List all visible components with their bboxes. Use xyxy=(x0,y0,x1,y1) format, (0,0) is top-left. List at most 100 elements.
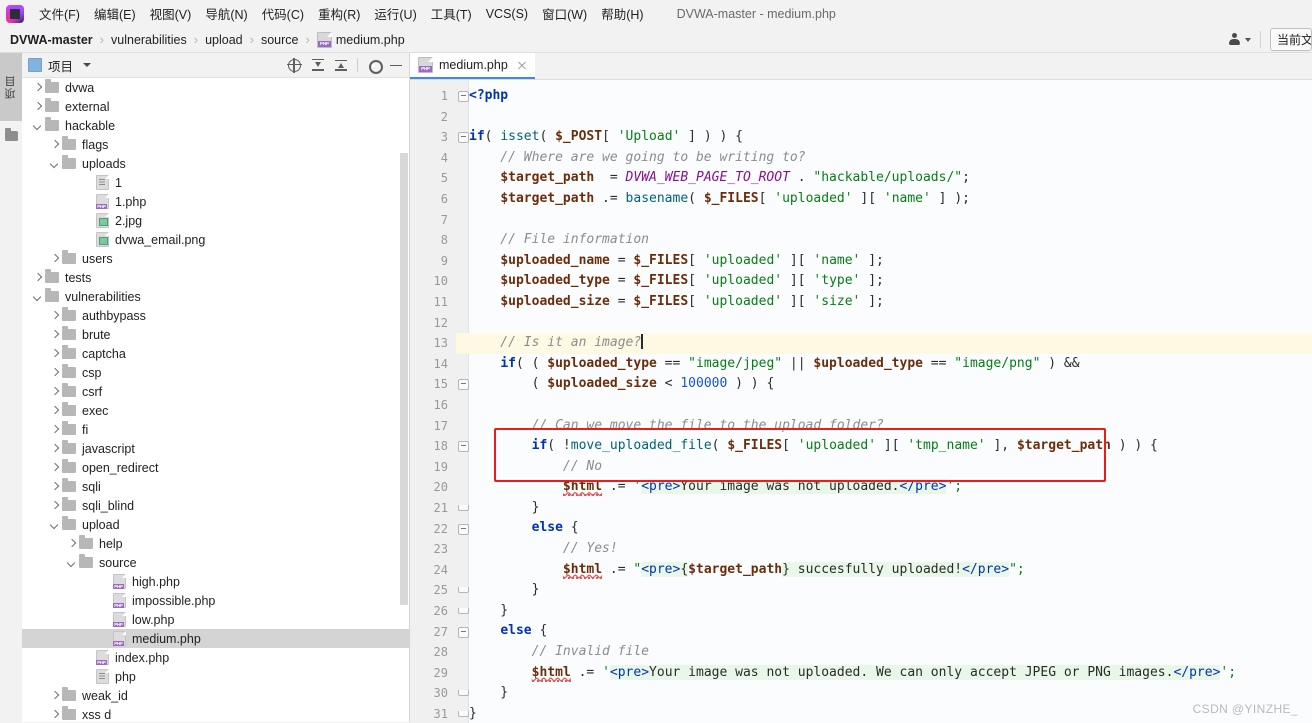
tree-item-high-php[interactable]: high.php xyxy=(22,572,409,591)
menu-item-4[interactable]: 代码(C) xyxy=(255,1,311,26)
chevron-right-icon[interactable] xyxy=(49,139,60,150)
tree-item-flags[interactable]: flags xyxy=(22,135,409,154)
tree-item-index-php[interactable]: index.php xyxy=(22,648,409,667)
tree-item-weak-id[interactable]: weak_id xyxy=(22,686,409,705)
breadcrumb-item-2[interactable]: upload xyxy=(205,33,243,47)
chevron-right-icon[interactable] xyxy=(49,253,60,264)
chevron-right-icon[interactable] xyxy=(32,82,43,93)
chevron-right-icon[interactable] xyxy=(49,386,60,397)
editor-tab-medium-php[interactable]: medium.php xyxy=(410,53,535,79)
menu-item-1[interactable]: 编辑(E) xyxy=(87,1,143,26)
menu-item-0[interactable]: 文件(F) xyxy=(32,1,87,26)
fold-marker[interactable] xyxy=(458,132,469,144)
tree-item-dvwa[interactable]: dvwa xyxy=(22,78,409,97)
tree-item-help[interactable]: help xyxy=(22,534,409,553)
collapse-all-icon[interactable] xyxy=(334,58,348,72)
tree-item-hackable[interactable]: hackable xyxy=(22,116,409,135)
chevron-down-icon[interactable] xyxy=(32,291,43,302)
chevron-right-icon[interactable] xyxy=(66,538,77,549)
expand-all-icon[interactable] xyxy=(311,58,325,72)
tree-item-1-php[interactable]: 1.php xyxy=(22,192,409,211)
chevron-right-icon[interactable] xyxy=(49,348,60,359)
tree-item-exec[interactable]: exec xyxy=(22,401,409,420)
project-file-tree[interactable]: dvwa external hackable flags uploads 1 1.php 2.… xyxy=(22,78,409,721)
tree-item-sqli-blind[interactable]: sqli_blind xyxy=(22,496,409,515)
minimize-icon[interactable] xyxy=(389,58,403,72)
menu-item-10[interactable]: 帮助(H) xyxy=(594,1,650,26)
chevron-right-icon[interactable] xyxy=(49,500,60,511)
chevron-down-icon[interactable] xyxy=(66,557,77,568)
fold-marker[interactable] xyxy=(458,379,469,391)
menu-item-6[interactable]: 运行(U) xyxy=(367,1,423,26)
tree-item-brute[interactable]: brute xyxy=(22,325,409,344)
chevron-right-icon[interactable] xyxy=(49,310,60,321)
menu-item-2[interactable]: 视图(V) xyxy=(143,1,199,26)
tree-item-csrf[interactable]: csrf xyxy=(22,382,409,401)
tree-item-impossible-php[interactable]: impossible.php xyxy=(22,591,409,610)
chevron-right-icon[interactable] xyxy=(49,462,60,473)
source-code[interactable]: <?php if( isset( $_POST[ 'Upload' ] ) ) … xyxy=(469,80,1312,723)
chevron-down-icon[interactable] xyxy=(49,158,60,169)
tree-item-authbypass[interactable]: authbypass xyxy=(22,306,409,325)
gear-icon[interactable] xyxy=(367,59,383,74)
fold-marker[interactable] xyxy=(458,711,469,717)
fold-marker[interactable] xyxy=(458,441,469,453)
profile-button[interactable] xyxy=(1228,33,1251,46)
menu-item-8[interactable]: VCS(S) xyxy=(479,4,535,24)
breadcrumb-item-3[interactable]: source xyxy=(261,33,299,47)
tree-item-csp[interactable]: csp xyxy=(22,363,409,382)
tree-item-open-redirect[interactable]: open_redirect xyxy=(22,458,409,477)
tree-item-users[interactable]: users xyxy=(22,249,409,268)
fold-marker[interactable] xyxy=(458,690,469,697)
tree-item-low-php[interactable]: low.php xyxy=(22,610,409,629)
tree-item-fi[interactable]: fi xyxy=(22,420,409,439)
close-icon[interactable] xyxy=(517,60,527,70)
code-area[interactable]: 1 2 3 4 5 6 7 8 9 10 11 12 13 14 15 16 17 18 19 20 21 22 23 24 2… xyxy=(410,80,1312,723)
chevron-right-icon[interactable] xyxy=(49,690,60,701)
tree-item-vulnerabilities[interactable]: vulnerabilities xyxy=(22,287,409,306)
chevron-right-icon[interactable] xyxy=(49,367,60,378)
tree-scrollbar[interactable] xyxy=(400,153,408,605)
fold-marker[interactable] xyxy=(458,608,469,614)
chevron-right-icon[interactable] xyxy=(32,101,43,112)
fold-marker[interactable] xyxy=(458,587,469,594)
chevron-right-icon[interactable] xyxy=(49,329,60,340)
chevron-right-icon[interactable] xyxy=(49,405,60,416)
tree-item-uploads[interactable]: uploads xyxy=(22,154,409,173)
chevron-right-icon[interactable] xyxy=(32,272,43,283)
run-configuration-selector[interactable]: 当前文 xyxy=(1270,28,1312,51)
fold-marker[interactable] xyxy=(458,626,469,638)
tree-item-1[interactable]: 1 xyxy=(22,173,409,192)
tree-item-medium-php[interactable]: medium.php xyxy=(22,629,409,648)
tree-item-sqli[interactable]: sqli xyxy=(22,477,409,496)
chevron-down-icon[interactable] xyxy=(49,519,60,530)
chevron-right-icon[interactable] xyxy=(49,709,60,720)
tree-item-external[interactable]: external xyxy=(22,97,409,116)
tree-item-dvwa-email-png[interactable]: dvwa_email.png xyxy=(22,230,409,249)
tree-item-xss-d[interactable]: xss d xyxy=(22,705,409,721)
fold-marker[interactable] xyxy=(458,91,469,102)
menu-item-3[interactable]: 导航(N) xyxy=(198,1,254,26)
chevron-right-icon[interactable] xyxy=(49,481,60,492)
menu-item-5[interactable]: 重构(R) xyxy=(311,1,367,26)
chevron-down-icon[interactable] xyxy=(83,63,92,67)
locate-target-icon[interactable] xyxy=(287,57,302,73)
folder-icon[interactable] xyxy=(5,128,18,141)
menu-item-7[interactable]: 工具(T) xyxy=(424,1,479,26)
tool-window-button-project[interactable]: 项目 xyxy=(0,53,22,121)
tree-item-php[interactable]: php xyxy=(22,667,409,686)
breadcrumb-item-0[interactable]: DVWA-master xyxy=(10,33,93,47)
fold-marker[interactable] xyxy=(458,523,469,535)
chevron-right-icon[interactable] xyxy=(49,443,60,454)
chevron-down-icon[interactable] xyxy=(32,120,43,131)
tree-item-captcha[interactable]: captcha xyxy=(22,344,409,363)
tree-item-upload[interactable]: upload xyxy=(22,515,409,534)
tree-item-javascript[interactable]: javascript xyxy=(22,439,409,458)
menu-item-9[interactable]: 窗口(W) xyxy=(535,1,594,26)
breadcrumb-item-4[interactable]: medium.php xyxy=(316,31,405,48)
tree-item-tests[interactable]: tests xyxy=(22,268,409,287)
fold-marker[interactable] xyxy=(458,505,469,511)
chevron-right-icon[interactable] xyxy=(49,424,60,435)
tree-item-source[interactable]: source xyxy=(22,553,409,572)
breadcrumb-item-1[interactable]: vulnerabilities xyxy=(111,33,187,47)
